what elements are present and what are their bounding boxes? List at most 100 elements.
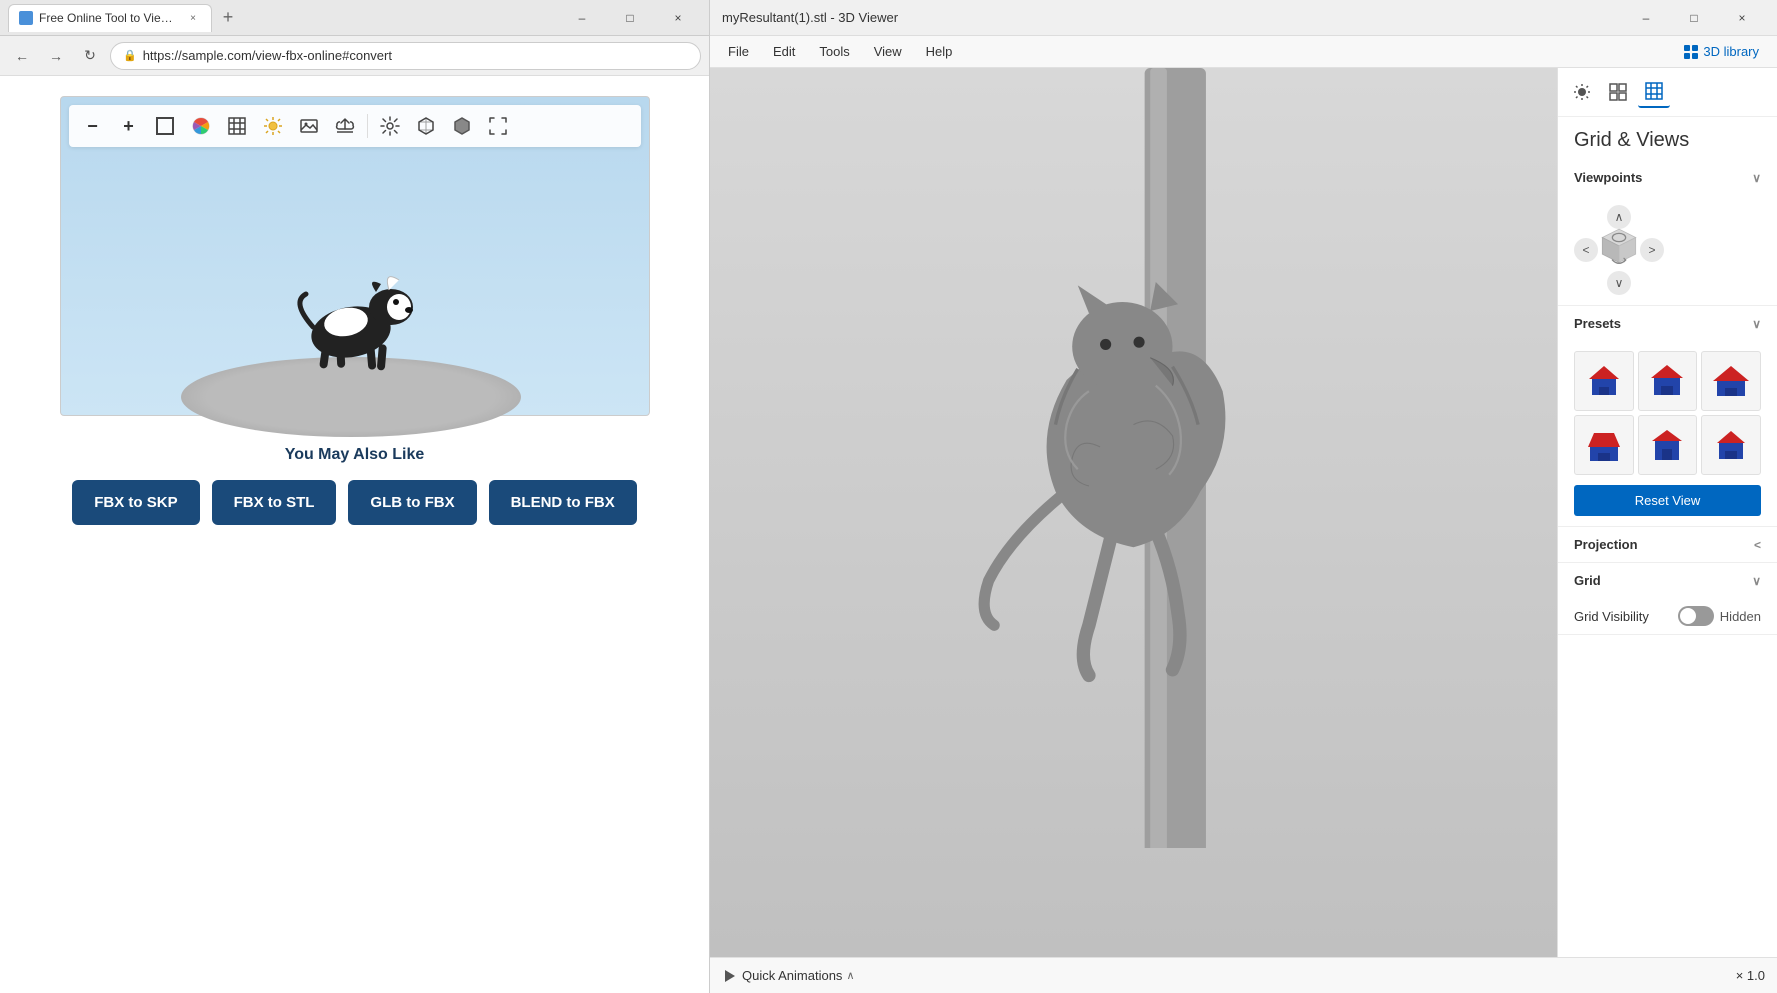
titlebar-controls: – □ × <box>1623 2 1765 34</box>
preset-item-2[interactable] <box>1638 351 1698 411</box>
right-panel: Grid & Views Viewpoints ∨ ∧ ∨ < > <box>1557 68 1777 957</box>
panel-icon-sun[interactable] <box>1566 76 1598 108</box>
presets-chevron: ∨ <box>1752 317 1761 331</box>
upload-btn[interactable] <box>329 110 361 142</box>
panel-title: Grid & Views <box>1558 117 1777 160</box>
library-label: 3D library <box>1703 44 1759 59</box>
fullscreen-btn[interactable] <box>482 110 514 142</box>
tab-close-btn[interactable]: × <box>185 10 201 26</box>
preset-item-3[interactable] <box>1701 351 1761 411</box>
quick-anim-icon <box>722 968 738 984</box>
grid-visibility-state: Hidden <box>1720 609 1761 624</box>
zoom-out-btn[interactable]: − <box>77 110 109 142</box>
grid-visibility-toggle[interactable] <box>1678 606 1714 626</box>
browser-tab-title: Free Online Tool to View 3D F8... <box>39 11 179 25</box>
viewpoints-content: ∧ ∨ < > <box>1558 195 1777 305</box>
new-tab-button[interactable]: + <box>214 4 242 32</box>
color-wheel-btn[interactable] <box>185 110 217 142</box>
browser-refresh-btn[interactable]: ↻ <box>76 42 104 70</box>
viewpoints-header[interactable]: Viewpoints ∨ <box>1558 160 1777 195</box>
tab-favicon <box>19 11 33 25</box>
zoom-in-btn[interactable]: + <box>113 110 145 142</box>
browser-tab-list: Free Online Tool to View 3D F8... × + <box>8 4 553 32</box>
cube-solid-btn[interactable] <box>446 110 478 142</box>
select-box-btn[interactable] <box>149 110 181 142</box>
reset-view-btn[interactable]: Reset View <box>1574 485 1761 516</box>
house-icon-5 <box>1647 425 1687 465</box>
browser-window: Free Online Tool to View 3D F8... × + – … <box>0 0 710 993</box>
grid-btn[interactable] <box>221 110 253 142</box>
also-like-title: You May Also Like <box>72 446 637 464</box>
menu-help[interactable]: Help <box>916 40 963 63</box>
grid-header[interactable]: Grid ∨ <box>1558 563 1777 598</box>
preset-item-4[interactable] <box>1574 415 1634 475</box>
view-cube-container: ∧ ∨ < > <box>1574 205 1664 295</box>
menu-edit[interactable]: Edit <box>763 40 805 63</box>
dog-svg <box>271 252 431 382</box>
app-titlebar: myResultant(1).stl - 3D Viewer – □ × <box>710 0 1777 36</box>
projection-section: Projection < <box>1558 527 1777 563</box>
app-menubar: File Edit Tools View Help 3D library <box>710 36 1777 68</box>
settings-btn[interactable] <box>374 110 406 142</box>
browser-titlebar: Free Online Tool to View 3D F8... × + – … <box>0 0 709 36</box>
grid-section: Grid ∨ Grid Visibility Hidden <box>1558 563 1777 635</box>
app-restore-btn[interactable]: □ <box>1671 2 1717 34</box>
preset-item-5[interactable] <box>1638 415 1698 475</box>
presets-grid <box>1574 351 1761 475</box>
toolbar-separator <box>367 114 368 138</box>
preset-item-1[interactable] <box>1574 351 1634 411</box>
panel-icon-grid1[interactable] <box>1602 76 1634 108</box>
browser-maximize-btn[interactable]: □ <box>607 2 653 34</box>
quick-animations-label: Quick Animations <box>742 968 842 983</box>
lock-icon: 🔒 <box>123 49 137 62</box>
fbx-to-skp-btn[interactable]: FBX to SKP <box>72 480 199 525</box>
viewpoints-chevron: ∨ <box>1752 171 1761 185</box>
panel-icon-grid2[interactable] <box>1638 76 1670 108</box>
quick-anim-chevron: ∧ <box>846 969 854 982</box>
toggle-knob <box>1680 608 1696 624</box>
library-icon <box>1683 44 1699 60</box>
menu-view[interactable]: View <box>864 40 912 63</box>
browser-close-btn[interactable]: × <box>655 2 701 34</box>
view-cube-svg <box>1594 225 1644 275</box>
app-minimize-btn[interactable]: – <box>1623 2 1669 34</box>
wolf-3d-scene <box>710 68 1557 848</box>
app-title: myResultant(1).stl - 3D Viewer <box>722 10 1615 25</box>
fbx-to-stl-btn[interactable]: FBX to STL <box>212 480 337 525</box>
browser-tab-active[interactable]: Free Online Tool to View 3D F8... × <box>8 4 212 32</box>
library-btn[interactable]: 3D library <box>1673 40 1769 64</box>
app-close-btn[interactable]: × <box>1719 2 1765 34</box>
3d-viewport[interactable] <box>710 68 1557 957</box>
presets-label: Presets <box>1574 316 1621 331</box>
preset-item-6[interactable] <box>1701 415 1761 475</box>
presets-section: Presets ∨ <box>1558 306 1777 527</box>
browser-minimize-btn[interactable]: – <box>559 2 605 34</box>
presets-header[interactable]: Presets ∨ <box>1558 306 1777 341</box>
menu-tools[interactable]: Tools <box>809 40 859 63</box>
projection-label: Projection <box>1574 537 1638 552</box>
app-window: myResultant(1).stl - 3D Viewer – □ × Fil… <box>710 0 1777 993</box>
also-like-buttons: FBX to SKP FBX to STL GLB to FBX BLEND t… <box>72 480 637 525</box>
app-main: Grid & Views Viewpoints ∨ ∧ ∨ < > <box>710 68 1777 957</box>
viewpoints-section: Viewpoints ∨ ∧ ∨ < > <box>1558 160 1777 306</box>
projection-header[interactable]: Projection < <box>1558 527 1777 562</box>
grid-chevron: ∨ <box>1752 574 1761 588</box>
image-btn[interactable] <box>293 110 325 142</box>
viewer-canvas: − + <box>60 96 650 416</box>
speed-display: × 1.0 <box>1736 968 1765 983</box>
grid-visibility-label: Grid Visibility <box>1574 609 1649 624</box>
browser-forward-btn[interactable]: → <box>42 42 70 70</box>
presets-content: Reset View <box>1558 341 1777 526</box>
also-like-section: You May Also Like FBX to SKP FBX to STL … <box>72 446 637 525</box>
cube-wireframe-btn[interactable] <box>410 110 442 142</box>
url-text: https://sample.com/view-fbx-online#conve… <box>143 48 392 63</box>
glb-to-fbx-btn[interactable]: GLB to FBX <box>348 480 476 525</box>
light-btn[interactable] <box>257 110 289 142</box>
house-icon-6 <box>1711 425 1751 465</box>
browser-back-btn[interactable]: ← <box>8 42 36 70</box>
viewer-toolbar: − + <box>69 105 641 147</box>
blend-to-fbx-btn[interactable]: BLEND to FBX <box>489 480 637 525</box>
menu-file[interactable]: File <box>718 40 759 63</box>
viewpoints-label: Viewpoints <box>1574 170 1642 185</box>
address-bar[interactable]: 🔒 https://sample.com/view-fbx-online#con… <box>110 42 701 70</box>
